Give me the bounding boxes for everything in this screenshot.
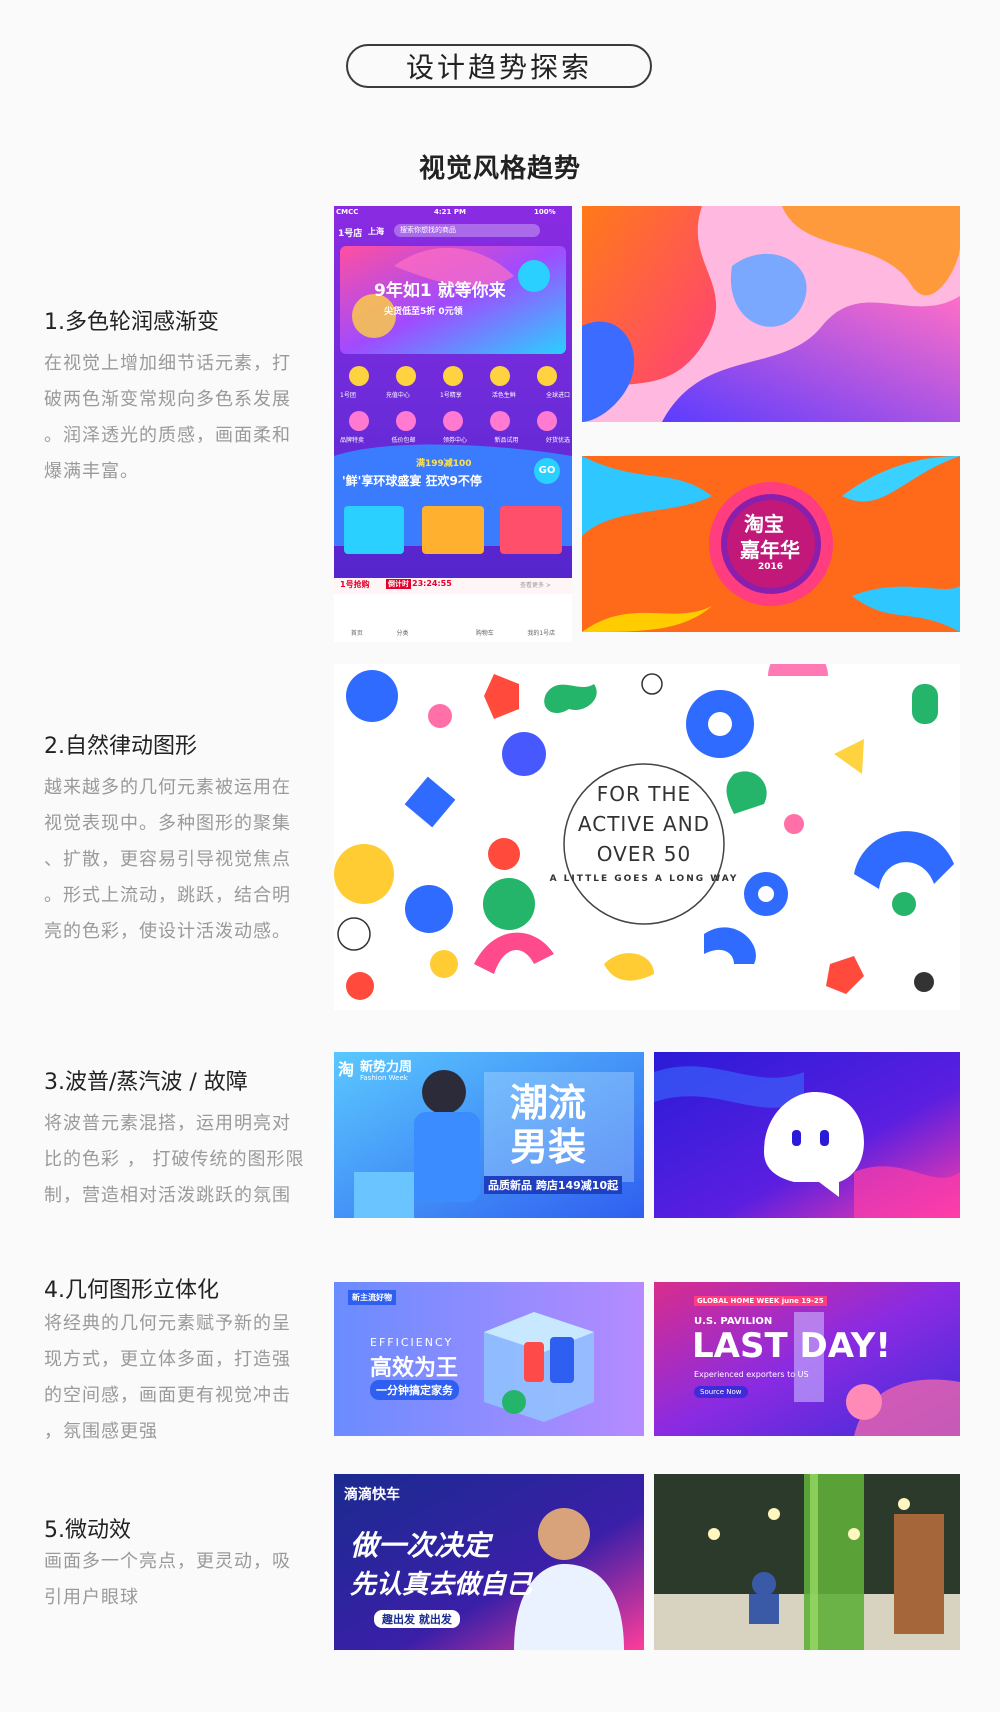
didi-banner: 滴滴快车 做一次决定 先认真去做自己 趣出发 就出发 (334, 1474, 644, 1650)
carnival-line2: 嘉年华 (740, 538, 800, 562)
section-1-title: 1.多色轮润感渐变 (44, 310, 219, 335)
carnival-year: 2016 (758, 562, 784, 572)
section-subtitle: 视觉风格趋势 (418, 154, 581, 184)
efficiency-title: 高效为王 (370, 1356, 459, 1381)
fashion-brand: 淘 (338, 1060, 355, 1079)
category-row-1: 1号团 充值中心 1号精享 活色生鲜 全球进口 (340, 392, 570, 399)
poster-line1: FOR THE (596, 782, 692, 806)
tab-category[interactable]: 分类 (396, 628, 408, 637)
glitch-ghost-art (654, 1052, 960, 1218)
section-5-title: 5.微动效 (44, 1518, 131, 1543)
status-battery: 100% (534, 208, 556, 216)
carnival-banner: 淘宝 嘉年华 2016 (582, 456, 960, 632)
geometric-poster: FOR THE ACTIVE AND OVER 50 A LITTLE GOES… (334, 664, 960, 1010)
didi-line2: 先认真去做自己 (350, 1570, 533, 1600)
section-2-desc: 越来越多的几何元素被运用在 视觉表现中。多种图形的聚集 、扩散，更容易引导视觉焦点… (44, 777, 291, 942)
tab-cart[interactable]: 购物车 (476, 628, 494, 637)
tab-bar: 首页 分类 购物车 我的1号店 (334, 628, 572, 637)
section-2-title: 2.自然律动图形 (44, 734, 197, 759)
carnival-line1: 淘宝 (744, 512, 784, 536)
category-row-2: 品牌特卖 低价包邮 领券中心 新品试用 好货优选 (340, 437, 570, 444)
last-day-banner: GLOBAL HOME WEEK june 19-25 U.S. PAVILIO… (654, 1282, 960, 1436)
section-1-desc: 在视觉上增加细节话元素，打 破两色渐变常规向多色系发展 。润泽透光的质感，画面柔和… (44, 353, 291, 482)
poster-line3: OVER 50 (596, 842, 692, 866)
efficiency-banner: 新主流好物 EFFICIENCY 高效为王 一分钟搞定家务 (334, 1282, 644, 1436)
flash-countdown-tag: 倒计时 (386, 579, 411, 589)
go-button[interactable]: GO (534, 458, 560, 484)
fashion-subtitle: 品质新品 跨店149减10起 (484, 1176, 623, 1194)
lastday-top-tag: GLOBAL HOME WEEK june 19-25 (694, 1296, 827, 1306)
fluid-gradient-art (582, 206, 960, 422)
night-illustration (654, 1474, 960, 1650)
section-5-desc: 画面多一个亮点，更灵动，吸 引用户眼球 (44, 1551, 291, 1608)
banner-title: 9年如1 就等你来 (374, 281, 506, 301)
fashion-title-2: 男装 (510, 1125, 587, 1169)
tab-home[interactable]: 首页 (351, 628, 363, 637)
section-3-desc: 将波普元素混搭，运用明亮对 比的色彩 ， 打破传统的图形限 制，营造相对活泼跳跃的… (44, 1113, 305, 1206)
flash-countdown-time: 23:24:55 (412, 579, 452, 588)
lastday-title: LAST DAY! (692, 1326, 891, 1366)
efficiency-subtitle: 一分钟搞定家务 (370, 1380, 459, 1400)
mobile-app-screenshot: CMCC 4:21 PM 100% 1号店 上海 搜索你想找的商品 9年如1 就… (334, 206, 572, 642)
efficiency-en: EFFICIENCY (370, 1336, 454, 1349)
efficiency-badge: 新主流好物 (348, 1290, 396, 1305)
didi-line1: 做一次决定 (350, 1529, 491, 1562)
promo-top: 满199减100 (416, 459, 472, 469)
didi-tag: 趣出发 就出发 (374, 1610, 460, 1628)
fashion-week-en: Fashion Week (360, 1074, 408, 1082)
tab-mine[interactable]: 我的1号店 (527, 628, 555, 637)
fashion-week-cn: 新势力周 (360, 1060, 413, 1075)
poster-line2: ACTIVE AND (577, 812, 711, 836)
search-input[interactable]: 搜索你想找的商品 (394, 224, 540, 237)
poster-tagline: A LITTLE GOES A LONG WAY (549, 874, 739, 884)
app-logo: 1号店 (338, 229, 363, 239)
status-time: 4:21 PM (434, 208, 466, 216)
flash-more-link[interactable]: 查看更多 > (520, 580, 551, 589)
section-4-title: 4.几何图形立体化 (44, 1278, 219, 1303)
banner-subtitle: 尖货低至5折 0元领 (384, 307, 463, 317)
didi-brand: 滴滴快车 (344, 1487, 400, 1503)
page-title-pill: 设计趋势探索 (346, 44, 652, 88)
fashion-week-banner: 淘 新势力周 Fashion Week 潮流 男装 品质新品 跨店149减10起 (334, 1052, 644, 1218)
lastday-subtitle: Experienced exporters to US (694, 1370, 809, 1379)
flash-sale-label: 1号抢购 (340, 580, 370, 589)
city-label: 上海 (368, 227, 384, 236)
section-4-desc: 将经典的几何元素赋予新的呈 现方式，更立体多面，打造强 的空间感，画面更有视觉冲击… (44, 1313, 291, 1442)
lastday-cta-button[interactable]: Source Now (694, 1386, 748, 1398)
status-carrier: CMCC (336, 208, 359, 216)
section-3-title: 3.波普/蒸汽波 / 故障 (44, 1070, 248, 1095)
promo-main: '鲜'享环球盛宴 狂欢9不停 (342, 474, 482, 488)
